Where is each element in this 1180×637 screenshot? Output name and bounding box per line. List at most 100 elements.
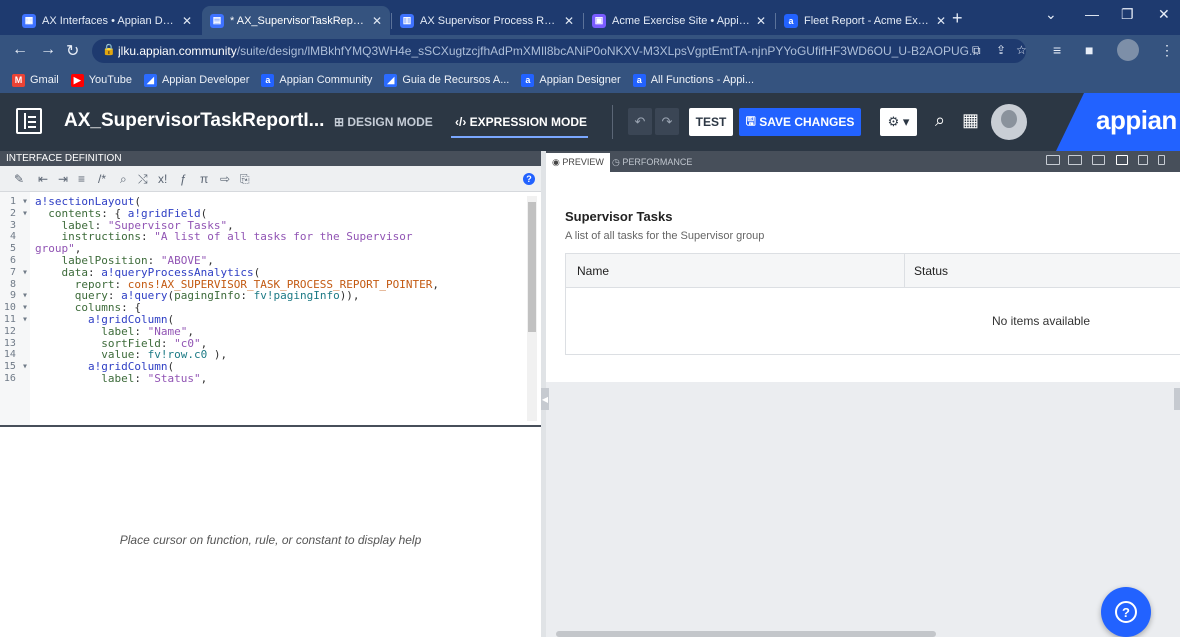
browser-tab[interactable]: ▦ AX Interfaces • Appian Design ✕ [14,6,200,35]
comment-icon[interactable]: /* [98,172,106,186]
reading-list-icon[interactable]: ≡ [1053,42,1061,58]
new-tab-button[interactable]: + [952,8,963,29]
line-number: 11 ▾ [3,313,28,325]
reload-icon[interactable]: ↻ [66,41,79,61]
history-icon[interactable]: ⎘ [240,172,250,187]
column-header-name[interactable]: Name [577,264,609,278]
profile-avatar[interactable] [1117,39,1139,61]
translate-icon[interactable]: ⧉ [972,43,981,58]
browser-menu-icon[interactable]: ⋮ [1160,42,1174,59]
user-avatar[interactable] [991,104,1027,140]
format-icon[interactable]: ✎ [14,172,24,186]
desktop-icon[interactable] [1068,155,1082,165]
tablet-icon[interactable] [1138,155,1148,165]
browser-tab[interactable]: ▥ AX Supervisor Process Report ✕ [392,6,582,35]
editor-scrollbar-thumb[interactable] [528,202,536,332]
bookmark-item[interactable]: ◢ Appian Developer [143,73,249,87]
close-tab-icon[interactable]: ✕ [372,14,382,28]
bookmark-label: All Functions - Appi... [650,74,755,86]
close-tab-icon[interactable]: ✕ [564,14,574,28]
save-changes-button[interactable]: 🖫 SAVE CHANGES [739,108,861,136]
close-tab-icon[interactable]: ✕ [756,14,766,28]
search-icon[interactable]: ⌕ [120,172,127,187]
tab-preview[interactable]: ◉ PREVIEW [546,153,610,172]
collapse-left-icon[interactable]: ◀ [541,388,549,410]
appian-interface-icon: ▤ [210,13,224,28]
line-number: 2 ▾ [9,207,28,219]
pi-icon[interactable]: π [200,172,208,186]
insert-icon[interactable]: ⇨ [220,172,230,186]
function-icon[interactable]: ƒ [180,172,187,186]
dependents-search-icon[interactable]: ⌕ [935,110,945,131]
redo-button[interactable]: ↷ [655,108,679,135]
question-icon: ? [1115,601,1137,623]
object-title: AX_SupervisorTaskReportI... [64,110,325,131]
expression-editor[interactable]: 1 ▾ a!sectionLayout(2 ▾ contents: { a!gri… [0,192,541,427]
active-mode-indicator [451,136,588,138]
phone-icon[interactable] [1158,155,1165,165]
collapse-right-icon[interactable] [1174,388,1180,410]
undo-button[interactable]: ↶ [628,108,652,135]
tab-search-icon[interactable]: ⌄ [1045,6,1057,23]
indent-icon[interactable]: ⇥ [58,172,68,186]
monitor-icon[interactable] [1092,155,1105,165]
bookmark-star-icon[interactable]: ☆ [1016,43,1027,57]
outdent-icon[interactable]: ⇤ [38,172,48,186]
supervisor-tasks-grid: Name Status No items available [565,253,1180,355]
divider [612,105,613,139]
pane-title: INTERFACE DEFINITION [0,151,541,166]
settings-gear-button[interactable]: ⚙ ▾ [880,108,917,136]
evaluate-icon[interactable]: x! [158,172,167,186]
tab-performance[interactable]: ◷ PERFORMANCE [606,153,698,172]
appian-interface-icon: ▦ [22,13,36,28]
help-icon[interactable]: ? [523,173,535,185]
preview-horizontal-scrollbar[interactable] [556,631,936,637]
empty-grid-message: No items available [991,314,1091,328]
column-header-status[interactable]: Status [914,264,948,278]
side-panel-icon[interactable]: ■ [1085,42,1093,58]
bookmark-item[interactable]: M Gmail [12,73,59,87]
bookmark-item[interactable]: ◢ Guia de Recursos A... [384,73,509,87]
design-mode-tab[interactable]: ⊞ DESIGN MODE [334,115,433,129]
address-bar[interactable]: 🔒 jlku.appian.community/suite/design/lMB… [92,39,1027,63]
tab-title: * AX_SupervisorTaskReportInt [230,14,366,27]
bookmark-label: Appian Designer [539,74,621,86]
close-tab-icon[interactable]: ✕ [182,14,192,28]
bookmark-item[interactable]: a Appian Designer [521,73,621,87]
bookmark-label: YouTube [88,74,132,86]
browser-tab[interactable]: a Fleet Report - Acme Exercise ✕ [776,6,954,35]
replace-icon[interactable]: ⤭ [138,172,148,187]
close-window-icon[interactable]: ✕ [1158,6,1170,23]
close-tab-icon[interactable]: ✕ [936,14,946,28]
share-icon[interactable]: ⇪ [996,43,1006,57]
laptop-icon[interactable] [1116,155,1128,165]
browser-tab[interactable]: ▤ * AX_SupervisorTaskReportInt ✕ [202,6,390,35]
appian-designer-header: AX_SupervisorTaskReportI... ⊞ DESIGN MOD… [0,93,1180,151]
tab-separator [391,13,392,29]
forward-icon[interactable]: → [40,41,56,59]
line-number: 4 [9,231,28,243]
restore-icon[interactable]: ❐ [1121,6,1134,23]
app-grid-icon[interactable]: ▦ [962,110,979,131]
minimize-icon[interactable]: — [1085,6,1099,22]
browser-tab[interactable]: ▣ Acme Exercise Site • Appian ✕ [584,6,774,35]
bookmark-item[interactable]: a All Functions - Appi... [632,73,755,87]
bookmark-icon: ◢ [384,73,398,87]
line-number: 12 [3,325,28,337]
bookmark-item[interactable]: ▶ YouTube [70,73,132,87]
list-icon[interactable]: ≡ [78,172,85,186]
help-placeholder: Place cursor on function, rule, or const… [119,533,422,547]
tab-separator [583,13,584,29]
code-text: label: "Status", [101,371,208,385]
bookmark-icon: ◢ [143,73,157,87]
help-chat-button[interactable]: ? [1101,587,1151,637]
line-number: 14 [3,349,28,361]
tab-separator [775,13,776,29]
line-number: 9 ▾ [9,290,28,302]
line-number: 7 ▾ [9,266,28,278]
test-button[interactable]: TEST [689,108,733,136]
bookmark-item[interactable]: a Appian Community [261,73,372,87]
fit-width-icon[interactable] [1046,155,1060,165]
back-icon[interactable]: ← [12,41,28,59]
expression-mode-tab[interactable]: ‹/› EXPRESSION MODE [455,115,587,129]
